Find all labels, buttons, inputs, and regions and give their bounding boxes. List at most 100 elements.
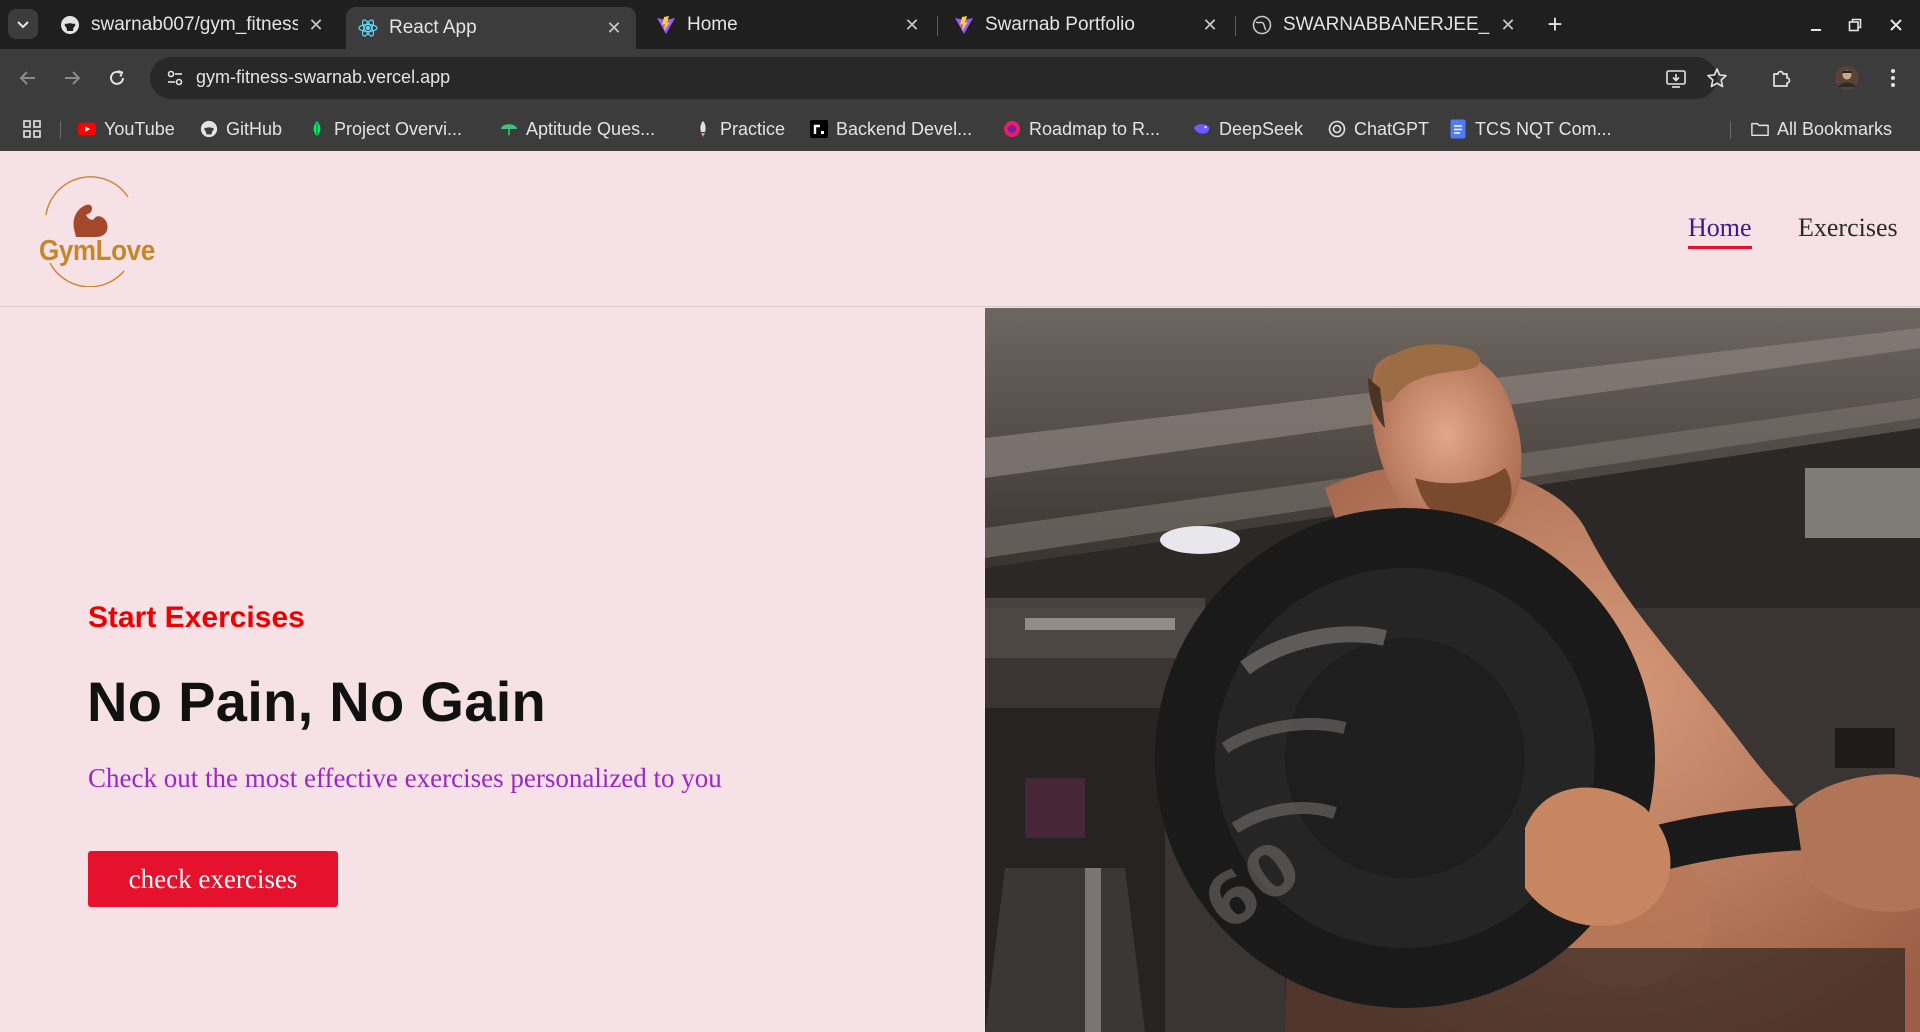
all-bookmarks-button[interactable]: All Bookmarks [1751, 117, 1892, 141]
deepseek-icon [1193, 120, 1211, 138]
restore-icon [1848, 18, 1862, 32]
hero-banner-image: 60 [985, 308, 1920, 1032]
install-app-button[interactable] [1664, 66, 1688, 90]
tab-github[interactable]: swarnab007/gym_fitness ✕ [48, 7, 338, 43]
bookmark-youtube[interactable]: YouTube [78, 117, 175, 141]
bookmark-label: Aptitude Ques... [526, 118, 656, 139]
chatgpt-icon [1328, 120, 1346, 138]
roadmap-icon [810, 120, 828, 138]
circle-icon [1003, 120, 1021, 138]
tab-title: React App [389, 17, 477, 38]
apps-button[interactable] [22, 117, 42, 141]
more-vert-icon [1891, 69, 1895, 87]
logo-text: GymLove [39, 235, 155, 267]
tab-title: Swarnab Portfolio [985, 14, 1135, 35]
hero-headline: No Pain, No Gain [87, 670, 547, 733]
bookmark-label: TCS NQT Com... [1475, 118, 1612, 139]
bookmark-practice[interactable]: Practice [694, 117, 785, 141]
puzzle-icon [1773, 70, 1791, 87]
bookmark-label: DeepSeek [1219, 118, 1304, 139]
bookmarks-bar: YouTube GitHub Project Overvi... Aptitud… [0, 107, 1920, 151]
arrow-right-icon [65, 71, 81, 85]
close-icon[interactable]: ✕ [1498, 15, 1518, 35]
bookmark-label: Practice [720, 118, 786, 139]
forward-button[interactable] [58, 64, 86, 92]
bookmark-divider [60, 121, 61, 139]
chevron-down-icon [17, 21, 29, 29]
tab-divider [1235, 16, 1236, 36]
umbrella-icon [500, 120, 518, 138]
bookmark-label: Backend Devel... [836, 118, 973, 139]
close-window-button[interactable] [1882, 11, 1910, 39]
all-bookmarks-label: All Bookmarks [1777, 118, 1893, 139]
browser-menu-button[interactable] [1878, 63, 1908, 93]
bookmark-label: Roadmap to R... [1029, 118, 1161, 139]
reload-icon [110, 70, 124, 85]
bookmark-divider [1730, 121, 1731, 139]
bookmark-label: YouTube [104, 118, 175, 139]
bookmark-deepseek[interactable]: DeepSeek [1193, 117, 1303, 141]
bookmark-backend-developer[interactable]: Backend Devel... [810, 117, 972, 141]
folder-icon [1751, 120, 1769, 138]
close-icon[interactable]: ✕ [306, 15, 326, 35]
web-page: GymLove Home Exercises Start Exercises N… [0, 151, 1920, 1032]
vite-icon [656, 15, 676, 35]
hero-kicker: Start Exercises [88, 601, 305, 634]
arrow-left-icon [19, 71, 35, 85]
url-text: gym-fitness-swarnab.vercel.app [196, 67, 451, 87]
tab-title: swarnab007/gym_fitness [91, 14, 298, 35]
close-icon[interactable]: ✕ [902, 15, 922, 35]
bookmark-label: Project Overvi... [334, 118, 463, 139]
bookmark-roadmap[interactable]: Roadmap to R... [1003, 117, 1160, 141]
bookmark-github[interactable]: GitHub [200, 117, 282, 141]
nav-home-link[interactable]: Home [1688, 213, 1752, 249]
browser-tab-bar: swarnab007/gym_fitness ✕ React App ✕ Hom… [0, 0, 1920, 49]
bookmark-aptitude[interactable]: Aptitude Ques... [500, 117, 655, 141]
close-icon[interactable]: ✕ [1200, 15, 1220, 35]
back-button[interactable] [14, 64, 42, 92]
minimize-button[interactable] [1802, 11, 1830, 39]
github-icon [60, 15, 80, 35]
bookmark-chatgpt[interactable]: ChatGPT [1328, 117, 1429, 141]
tab-react-app[interactable]: React App ✕ [346, 7, 636, 49]
tab-title: SWARNABBANERJEE_RE [1283, 14, 1490, 35]
star-icon [1707, 68, 1727, 88]
bookmark-tcs-nqt[interactable]: TCS NQT Com... [1449, 117, 1612, 141]
address-bar[interactable]: gym-fitness-swarnab.vercel.app [150, 57, 1727, 99]
flexed-arm-icon [45, 176, 129, 287]
site-info-button[interactable] [162, 65, 188, 91]
apps-grid-icon [23, 120, 41, 138]
rocket-icon [694, 120, 712, 138]
site-navbar: GymLove Home Exercises [0, 151, 1920, 307]
nav-exercises-link[interactable]: Exercises [1798, 213, 1898, 243]
install-icon [1666, 70, 1686, 88]
tab-home[interactable]: Home ✕ [644, 7, 934, 43]
close-icon[interactable]: ✕ [604, 18, 624, 38]
site-logo[interactable]: GymLove [36, 175, 155, 287]
bookmark-label: ChatGPT [1354, 118, 1430, 139]
gym-photo: 60 [985, 308, 1920, 1032]
vite-icon [954, 15, 974, 35]
hero-subtitle: Check out the most effective exercises p… [88, 763, 722, 793]
tab-resume[interactable]: SWARNABBANERJEE_RE ✕ [1240, 7, 1530, 43]
tune-icon [167, 70, 183, 86]
avatar-icon [1835, 66, 1859, 90]
check-exercises-button[interactable]: check exercises [88, 851, 338, 907]
browser-toolbar: gym-fitness-swarnab.vercel.app [0, 49, 1920, 107]
tab-divider [937, 16, 938, 36]
github-icon [200, 120, 218, 138]
bookmark-star-button[interactable] [1705, 66, 1729, 90]
youtube-icon [78, 120, 96, 138]
bookmark-label: GitHub [226, 118, 283, 139]
close-icon [1890, 19, 1902, 31]
profile-avatar[interactable] [1832, 63, 1862, 93]
bookmark-project-overview[interactable]: Project Overvi... [308, 117, 462, 141]
new-tab-button[interactable]: + [1543, 11, 1567, 37]
restore-button[interactable] [1841, 11, 1869, 39]
extensions-button[interactable] [1766, 63, 1796, 93]
tab-search-button[interactable] [8, 9, 38, 39]
minimize-icon [1811, 29, 1821, 31]
tab-swarnab-portfolio[interactable]: Swarnab Portfolio ✕ [942, 7, 1232, 43]
reload-button[interactable] [103, 64, 131, 92]
tab-title: Home [687, 14, 738, 35]
